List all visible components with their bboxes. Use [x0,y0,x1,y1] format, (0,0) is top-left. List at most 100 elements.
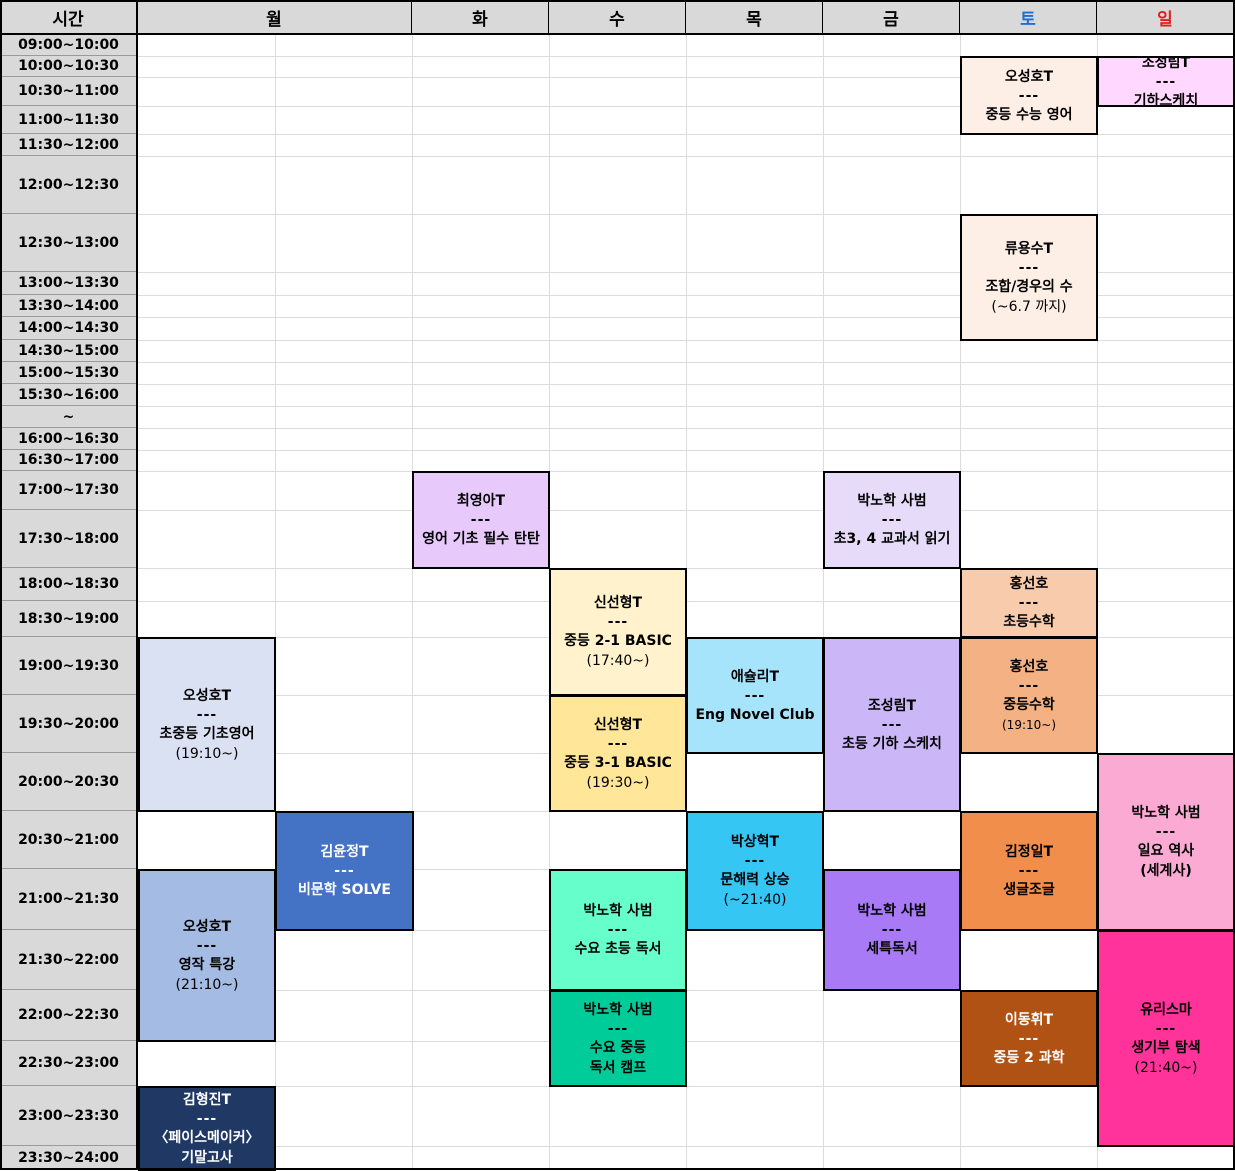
time-slot: ~ [0,406,137,428]
block-note: (~6.7 까지) [991,298,1067,315]
schedule-block[interactable]: 홍선호 --- 중등수학 (19:10~) [960,637,1098,754]
block-teacher: 김형진T [182,1091,232,1108]
schedule-block[interactable]: 김형진T --- 〈페이스메이커〉 기말고사 [138,1086,276,1171]
schedule-block[interactable]: 박노학 사범 --- 세특독서 [823,869,961,991]
block-teacher: 조성림T [1141,56,1191,71]
block-teacher: 오성호T [182,918,232,935]
block-separator: --- [1018,595,1040,611]
time-slot: 10:30~11:00 [0,77,137,106]
time-slot: 23:30~24:00 [0,1146,137,1170]
block-separator: --- [196,706,218,723]
block-teacher: 박상혁T [730,834,780,850]
header-time: 시간 [0,0,137,34]
block-title: 〈페이스메이커〉 [154,1129,260,1146]
time-slot: 14:00~14:30 [0,317,137,340]
schedule-block[interactable]: 이동휘T --- 중등 2 과학 [960,990,1098,1087]
time-slot: 18:30~19:00 [0,601,137,637]
schedule-block[interactable]: 박노학 사범 --- 초3, 4 교과서 읽기 [823,471,961,569]
block-separator: --- [607,735,629,752]
header-day: 수 [549,0,686,34]
schedule-block[interactable]: 홍선호 --- 초등수학 [960,568,1098,638]
grid-line [412,35,413,1170]
block-title: 생글조글 [1003,882,1055,898]
schedule-block[interactable]: 박노학 사범 --- 일요 역사 (세계사) [1097,753,1235,931]
block-teacher: 박노학 사범 [583,1001,653,1018]
block-teacher: 류용수T [1004,240,1054,257]
time-slot: 12:00~12:30 [0,156,137,214]
schedule-block[interactable]: 류용수T --- 조합/경우의 수 (~6.7 까지) [960,214,1098,341]
timetable: 시간 월 화 수 목 금 토 일 09:00~10:00 10:00~10:30 10:30~11:… [0,0,1235,1171]
time-slot: 18:00~18:30 [0,568,137,601]
schedule-block[interactable]: 오성호T --- 중등 수능 영어 [960,56,1098,135]
schedule-block[interactable]: 애슐리T --- Eng Novel Club [686,637,824,754]
schedule-block[interactable]: 박노학 사범 --- 수요 중등독서 캠프 [549,990,687,1087]
schedule-block[interactable]: 박상혁T --- 문해력 상승 (~21:40) [686,811,824,931]
block-teacher: 신선형T [593,716,643,733]
block-teacher: 김정일T [1004,844,1054,860]
schedule-block[interactable]: 김윤정T --- 비문학 SOLVE [275,811,414,931]
header-day: 목 [686,0,823,34]
schedule-block[interactable]: 오성호T --- 초중등 기초영어 (19:10~) [138,637,276,812]
block-title: 수요 초등 독서 [574,941,662,957]
time-slot: 11:30~12:00 [0,134,137,156]
block-separator: --- [881,716,903,733]
block-teacher: 애슐리T [730,668,780,685]
time-slot: 20:30~21:00 [0,811,137,869]
block-separator: --- [334,863,355,879]
block-title: 중등 2-1 BASIC [564,633,672,649]
time-slot: 21:00~21:30 [0,869,137,930]
time-slot: 20:00~20:30 [0,753,137,811]
block-teacher: 박노학 사범 [1131,805,1201,821]
time-slot: 21:30~22:00 [0,930,137,990]
block-note: (17:40~) [586,653,650,669]
block-separator: --- [607,1020,629,1037]
block-teacher: 박노학 사범 [857,493,927,509]
block-teacher: 김윤정T [320,844,369,860]
block-teacher: 조성림T [867,697,917,714]
block-separator: --- [607,614,629,630]
block-title: 수요 중등 [589,1039,647,1056]
block-teacher: 유리스마 [1140,1001,1192,1018]
block-separator: --- [744,853,766,869]
block-separator: --- [1018,1030,1040,1047]
schedule-block[interactable]: 오성호T --- 영작 특강 (21:10~) [138,869,276,1042]
schedule-block[interactable]: 김정일T --- 생글조글 [960,811,1098,931]
block-teacher: 박노학 사범 [857,903,927,919]
block-note: 기말고사 [181,1149,233,1166]
block-separator: --- [1018,863,1040,879]
schedule-block[interactable]: 유리스마 --- 생기부 탐색 (21:40~) [1097,930,1235,1147]
time-slot: 19:00~19:30 [0,637,137,695]
schedule-block[interactable]: 박노학 사범 --- 수요 초등 독서 [549,869,687,991]
time-slot: 17:30~18:00 [0,510,137,568]
block-title: 초3, 4 교과서 읽기 [833,531,951,547]
block-title: 중등 수능 영어 [985,106,1073,123]
block-title: 기하스케치 [1133,92,1199,107]
block-teacher: 홍선호 [1009,576,1049,592]
block-separator: --- [196,937,218,954]
grid-line [823,35,824,1170]
block-note: (21:40~) [1134,1059,1198,1076]
schedule-block[interactable]: 신선형T --- 중등 2-1 BASIC (17:40~) [549,568,687,696]
schedule-block[interactable]: 조성림T --- 기하스케치 [1097,56,1235,107]
block-title: 생기부 탐색 [1131,1039,1201,1056]
block-title: 초중등 기초영어 [159,725,255,742]
schedule-block[interactable]: 조성림T --- 초등 기하 스케치 [823,637,961,812]
time-slot: 19:30~20:00 [0,695,137,753]
block-separator: --- [196,1110,218,1127]
block-title: Eng Novel Club [695,706,815,723]
time-slot: 16:00~16:30 [0,428,137,450]
block-title: 문해력 상승 [720,872,790,888]
time-slot: 15:00~15:30 [0,362,137,384]
block-note: 독서 캠프 [589,1059,647,1076]
block-note: (19:30~) [586,774,650,791]
time-slot: 17:00~17:30 [0,471,137,510]
block-note: (19:10~) [175,745,239,762]
block-teacher: 신선형T [593,595,643,611]
time-slot: 11:00~11:30 [0,106,137,134]
schedule-block[interactable]: 최영아T --- 영어 기초 필수 탄탄 [412,471,550,569]
block-separator: --- [881,922,903,938]
block-note: (21:10~) [175,976,239,993]
schedule-block[interactable]: 신선형T --- 중등 3-1 BASIC (19:30~) [549,695,687,812]
block-teacher: 홍선호 [1009,658,1049,675]
block-teacher: 박노학 사범 [583,903,653,919]
